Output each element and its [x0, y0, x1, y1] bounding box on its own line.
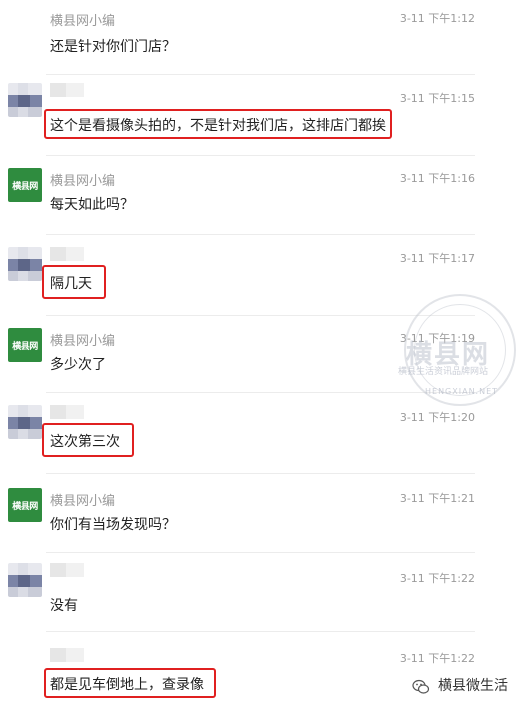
timestamp: 3-11 下午1:21 [399, 492, 475, 505]
timestamp: 3-11 下午1:15 [399, 92, 475, 105]
message-text[interactable]: 都是见车倒地上，查录像 [50, 674, 204, 694]
avatar[interactable] [8, 405, 42, 439]
timestamp: 3-11 下午1:16 [399, 172, 475, 185]
message-text[interactable]: 你们有当场发现吗？ [50, 514, 176, 534]
sender-name: 横县网小编 [50, 494, 116, 509]
message-text[interactable]: 隔几天 [50, 273, 92, 293]
message-text[interactable]: 每天如此吗？ [50, 194, 134, 214]
avatar[interactable] [8, 247, 42, 281]
sender-name-blurred [50, 405, 84, 419]
sender-name-blurred [50, 83, 84, 97]
message: 横县网 横县网小编 3-11 下午1:16 每天如此吗？ [0, 156, 521, 234]
footer-label: 横县微生活 [438, 678, 508, 694]
sender-name: 横县网小编 [50, 174, 116, 189]
avatar[interactable]: 横县网 [8, 168, 42, 202]
sender-name-blurred [50, 648, 84, 662]
sender-name: 横县网小编 [50, 14, 116, 29]
message: 横县网小编 3-11 下午1:12 还是针对你们门店？ [0, 0, 521, 72]
timestamp: 3-11 下午1:22 [399, 652, 475, 665]
message: 3-11 下午1:22 都是见车倒地上，查录像 [0, 632, 521, 709]
avatar[interactable]: 横县网 [8, 328, 42, 362]
avatar[interactable]: 横县网 [8, 488, 42, 522]
brand-logo-text: 横县网 [12, 501, 38, 512]
message: 3-11 下午1:15 这个是看摄像头拍的，不是针对我们店，这排店门都挨 [0, 75, 521, 155]
brand-logo-text: 横县网 [12, 341, 38, 352]
message: 横县网 横县网小编 3-11 下午1:21 你们有当场发现吗？ [0, 474, 521, 552]
brand-logo-text: 横县网 [12, 181, 38, 192]
avatar[interactable] [8, 83, 42, 117]
avatar[interactable] [8, 563, 42, 597]
message-text[interactable]: 多少次了 [50, 354, 106, 374]
message-text[interactable]: 还是针对你们门店？ [50, 36, 176, 56]
sender-name-blurred [50, 563, 84, 577]
message: 3-11 下午1:22 没有 [0, 553, 521, 631]
sender-name-blurred [50, 247, 84, 261]
watermark-domain: HENGXIAN.NET [425, 387, 499, 396]
message: 3-11 下午1:20 这次第三次 [0, 393, 521, 473]
watermark-subtitle: 横县生活资讯品牌网站 [398, 367, 489, 377]
timestamp: 3-11 下午1:12 [399, 12, 475, 25]
message-text[interactable]: 没有 [50, 595, 78, 615]
message-text[interactable]: 这个是看摄像头拍的，不是针对我们店，这排店门都挨 [50, 115, 386, 135]
timestamp: 3-11 下午1:20 [399, 411, 475, 424]
message-text[interactable]: 这次第三次 [50, 431, 120, 451]
timestamp: 3-11 下午1:22 [399, 572, 475, 585]
wechat-icon [412, 679, 430, 694]
sender-name: 横县网小编 [50, 334, 116, 349]
timestamp: 3-11 下午1:17 [399, 252, 475, 265]
